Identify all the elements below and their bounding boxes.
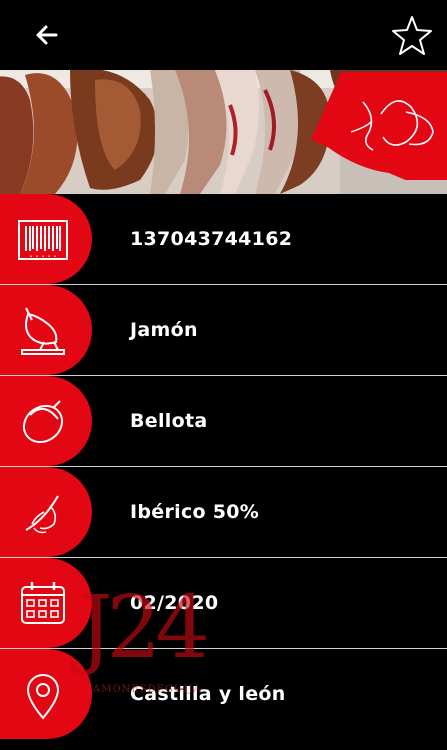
svg-text:• • • • •: • • • • • [29,254,56,260]
product-details-list: • • • • • 137043744162 Jamón Bellota Ibé… [0,194,447,741]
detail-row-feed: Bellota [0,376,447,467]
product-type-value: Jamón [130,319,198,341]
detail-row-origin: Castilla y león [0,649,447,741]
acorn-icon [22,400,64,444]
detail-row-product-type: Jamón [0,285,447,376]
barcode-value: 137043744162 [130,228,293,250]
detail-row-barcode: • • • • • 137043744162 [0,194,447,285]
watermark-logo: J24 [78,578,210,678]
detail-row-date: 02/2020 [0,558,447,649]
calendar-icon [21,582,65,624]
location-pin-icon [26,674,60,720]
star-outline-icon [392,16,432,55]
watermark-subtext: JAMONESDEGUIJA [88,684,202,695]
arrow-left-icon [36,25,58,45]
detail-row-breed: Ibérico 50% [0,467,447,558]
favorite-button[interactable] [390,14,434,58]
breed-value: Ibérico 50% [130,501,260,523]
back-button[interactable] [30,18,64,52]
brand-logo-icon [311,72,447,180]
top-bar [0,0,447,70]
feed-value: Bellota [130,410,208,432]
barcode-icon: • • • • • [18,220,68,260]
ham-stand-icon [21,307,65,355]
feather-icon [25,495,59,534]
